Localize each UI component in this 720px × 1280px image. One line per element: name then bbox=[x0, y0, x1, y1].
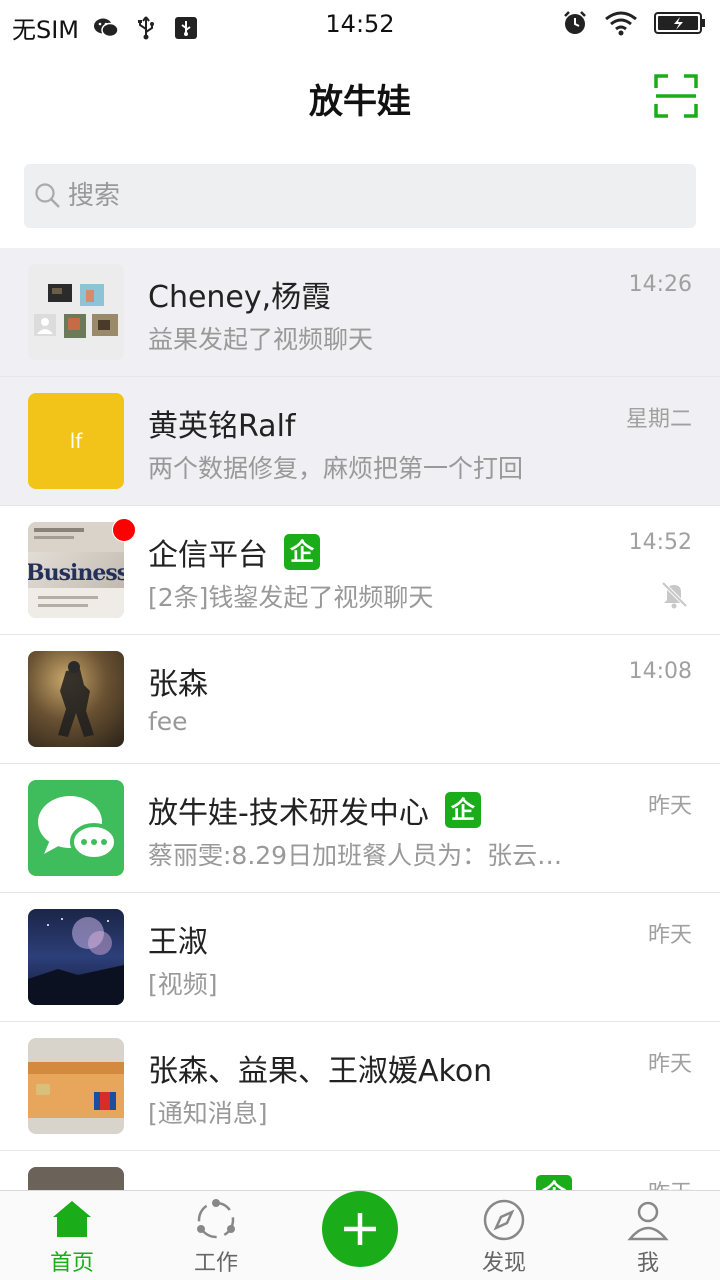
night-sky-image bbox=[28, 917, 124, 1005]
chat-row[interactable]: 企 昨天 bbox=[0, 1151, 720, 1190]
tab-discover[interactable]: 发现 bbox=[454, 1197, 554, 1277]
chat-time: 昨天 bbox=[648, 1175, 692, 1190]
chat-preview: 两个数据修复，麻烦把第一个打回 bbox=[148, 454, 524, 483]
armor-figure-image bbox=[58, 661, 94, 737]
work-icon bbox=[197, 1199, 235, 1239]
chat-name-line: 企 bbox=[520, 1175, 572, 1190]
avatar bbox=[28, 780, 124, 876]
chat-time: 昨天 bbox=[647, 923, 692, 948]
tab-label: 首页 bbox=[49, 1251, 94, 1276]
chat-time: 昨天 bbox=[647, 794, 692, 819]
enterprise-badge: 企 bbox=[536, 1175, 572, 1190]
chat-row[interactable]: lf 黄英铭Ralf 两个数据修复，麻烦把第一个打回 星期二 bbox=[0, 377, 720, 506]
chat-name: 张森 bbox=[148, 667, 208, 702]
avatar: Business bbox=[28, 522, 124, 618]
chat-name-line: 张森 bbox=[148, 659, 208, 703]
chat-preview: fee bbox=[148, 707, 188, 736]
bank-card-image bbox=[28, 1062, 124, 1118]
chat-name: 企信平台 bbox=[148, 538, 268, 573]
chat-row[interactable]: 张森、益果、王淑媛Akon [通知消息] 昨天 bbox=[0, 1022, 720, 1151]
chat-preview: 益果发起了视频聊天 bbox=[148, 325, 374, 354]
avatar-text: Business bbox=[28, 560, 124, 586]
battery-icon bbox=[654, 12, 705, 34]
mute-bell-icon bbox=[661, 581, 688, 609]
chat-row[interactable]: 放牛娃-技术研发中心 企 蔡丽雯:8.29日加班餐人员为：张云… 昨天 bbox=[0, 764, 720, 893]
tab-label: 我 bbox=[636, 1251, 659, 1276]
home-icon bbox=[53, 1201, 91, 1237]
avatar-initials: lf bbox=[69, 429, 83, 453]
chat-name-line: Cheney,杨霞 bbox=[148, 272, 331, 316]
chat-name-line: 企信平台 企 bbox=[148, 530, 320, 574]
tab-bar: 首页 工作 发现 我 bbox=[0, 1190, 720, 1280]
avatar bbox=[28, 909, 124, 1005]
chat-time: 星期二 bbox=[625, 407, 692, 432]
chat-bubbles-icon bbox=[38, 796, 118, 861]
status-bar: 无SIM 14:52 bbox=[0, 0, 720, 50]
tab-work[interactable]: 工作 bbox=[166, 1197, 266, 1277]
group-avatar-grid bbox=[34, 284, 118, 338]
tab-home[interactable]: 首页 bbox=[22, 1197, 122, 1277]
chat-preview: [视频] bbox=[148, 970, 218, 999]
chat-name: 黄英铭Ralf bbox=[148, 409, 296, 444]
page-title: 放牛娃 bbox=[309, 82, 411, 122]
chat-name-line: 王淑 bbox=[148, 917, 208, 961]
plus-icon bbox=[344, 1213, 376, 1245]
enterprise-badge: 企 bbox=[284, 534, 320, 570]
chat-time: 14:52 bbox=[628, 530, 692, 555]
search-input[interactable] bbox=[68, 172, 668, 220]
chat-row[interactable]: Cheney,杨霞 益果发起了视频聊天 14:26 bbox=[0, 248, 720, 377]
enterprise-badge: 企 bbox=[444, 792, 481, 828]
chat-row[interactable]: Business 企信平台 企 [2条]钱鋆发起了视频聊天 14:52 bbox=[0, 506, 720, 635]
avatar bbox=[28, 264, 124, 360]
tab-label: 工作 bbox=[193, 1251, 238, 1276]
alarm-icon bbox=[564, 11, 586, 34]
chat-time: 14:26 bbox=[628, 272, 692, 297]
add-button[interactable] bbox=[322, 1191, 398, 1267]
avatar bbox=[28, 1167, 124, 1190]
person-icon bbox=[627, 1201, 669, 1241]
avatar: lf bbox=[28, 393, 124, 489]
scan-icon[interactable] bbox=[654, 74, 698, 118]
compass-icon bbox=[483, 1199, 525, 1241]
status-right bbox=[562, 10, 706, 36]
unread-dot bbox=[112, 518, 136, 542]
chat-name: Cheney,杨霞 bbox=[148, 280, 332, 315]
tab-me[interactable]: 我 bbox=[598, 1197, 698, 1277]
avatar bbox=[28, 1038, 124, 1134]
avatar bbox=[28, 651, 124, 747]
search-icon bbox=[35, 183, 60, 208]
wifi-icon bbox=[605, 11, 637, 36]
chat-name-line: 放牛娃-技术研发中心 企 bbox=[148, 788, 481, 832]
chat-name: 张森、益果、王淑媛Akon bbox=[148, 1054, 493, 1089]
header: 放牛娃 bbox=[0, 50, 720, 146]
chat-list[interactable]: Cheney,杨霞 益果发起了视频聊天 14:26 lf 黄英铭Ralf 两个数… bbox=[0, 248, 720, 1190]
chat-name: 王淑 bbox=[148, 925, 208, 960]
chat-row[interactable]: 王淑 [视频] 昨天 bbox=[0, 893, 720, 1022]
chat-preview: 蔡丽雯:8.29日加班餐人员为：张云… bbox=[148, 841, 563, 870]
chat-name-line: 张森、益果、王淑媛Akon bbox=[148, 1046, 492, 1090]
chat-preview: [通知消息] bbox=[148, 1099, 268, 1128]
tab-label: 发现 bbox=[481, 1251, 526, 1276]
chat-name: 放牛娃-技术研发中心 bbox=[148, 796, 429, 831]
chat-time: 昨天 bbox=[647, 1052, 692, 1077]
chat-time: 14:08 bbox=[628, 659, 692, 684]
chat-row[interactable]: 张森 fee 14:08 bbox=[0, 635, 720, 764]
search-bar[interactable] bbox=[24, 164, 696, 228]
chat-preview: [2条]钱鋆发起了视频聊天 bbox=[148, 583, 434, 612]
chat-name-line: 黄英铭Ralf bbox=[148, 401, 295, 445]
